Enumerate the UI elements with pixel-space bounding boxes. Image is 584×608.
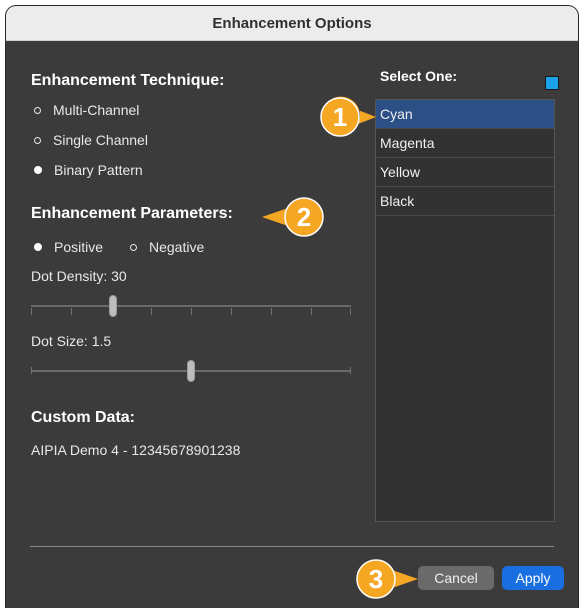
- radio-binary-pattern[interactable]: Binary Pattern: [34, 162, 143, 178]
- radio-label: Positive: [54, 239, 104, 255]
- color-list[interactable]: Cyan Magenta Yellow Black: [375, 99, 555, 522]
- radio-multi-channel[interactable]: Multi-Channel: [34, 102, 139, 118]
- slider-tick: [151, 308, 152, 315]
- callout-badge-1: 1: [318, 96, 378, 138]
- radio-negative[interactable]: Negative: [130, 239, 204, 255]
- radio-positive[interactable]: Positive: [34, 239, 103, 255]
- dot-size-slider[interactable]: [31, 358, 353, 382]
- radio-label: Binary Pattern: [54, 162, 143, 178]
- callout-number: 2: [297, 202, 311, 232]
- slider-tick: [350, 367, 351, 374]
- list-item-yellow[interactable]: Yellow: [376, 158, 554, 187]
- slider-tick: [311, 308, 312, 315]
- radio-label: Negative: [149, 239, 205, 255]
- callout-pointer-icon: 3: [356, 559, 418, 599]
- slider-thumb[interactable]: [187, 360, 195, 382]
- slider-tick: [231, 308, 232, 315]
- callout-badge-3: 3: [354, 558, 420, 600]
- slider-tick: [191, 308, 192, 315]
- slider-track: [31, 305, 351, 307]
- callout-pointer-icon: 2: [262, 197, 324, 237]
- slider-thumb[interactable]: [109, 295, 117, 317]
- select-one-label: Select One:: [380, 68, 458, 84]
- dot-density-label: Dot Density: 30: [31, 268, 127, 284]
- radio-single-channel[interactable]: Single Channel: [34, 132, 148, 148]
- title-bar: Enhancement Options: [6, 6, 578, 41]
- apply-button[interactable]: Apply: [502, 566, 564, 590]
- radio-icon: [130, 243, 137, 251]
- radio-icon: [34, 106, 41, 114]
- radio-icon: [34, 136, 41, 144]
- slider-tick: [271, 308, 272, 315]
- callout-badge-2: 2: [260, 196, 326, 238]
- callout-number: 3: [369, 564, 383, 594]
- dot-size-label: Dot Size: 1.5: [31, 333, 112, 349]
- parameters-heading: Enhancement Parameters:: [31, 205, 233, 222]
- callout-number: 1: [333, 102, 347, 132]
- technique-heading: Enhancement Technique:: [31, 72, 225, 89]
- slider-tick: [31, 367, 32, 374]
- slider-tick: [71, 308, 72, 315]
- dialog-window: Enhancement Options Enhancement Techniqu…: [6, 6, 578, 608]
- window-title: Enhancement Options: [212, 14, 372, 32]
- divider: [30, 546, 554, 547]
- custom-data-heading: Custom Data:: [31, 409, 136, 426]
- slider-tick: [31, 308, 32, 315]
- slider-tick: [350, 308, 351, 315]
- radio-label: Multi-Channel: [53, 102, 140, 118]
- list-item-magenta[interactable]: Magenta: [376, 129, 554, 158]
- list-item-cyan[interactable]: Cyan: [376, 100, 554, 129]
- callout-pointer-icon: 1: [320, 96, 376, 137]
- radio-selected-icon: [34, 166, 42, 174]
- radio-label: Single Channel: [53, 132, 148, 148]
- list-item-black[interactable]: Black: [376, 187, 554, 216]
- radio-selected-icon: [34, 243, 42, 251]
- custom-data-value: AIPIA Demo 4 - 12345678901238: [31, 442, 241, 458]
- dot-density-slider[interactable]: [31, 294, 353, 318]
- cancel-button[interactable]: Cancel: [418, 566, 494, 590]
- color-swatch: [545, 76, 559, 90]
